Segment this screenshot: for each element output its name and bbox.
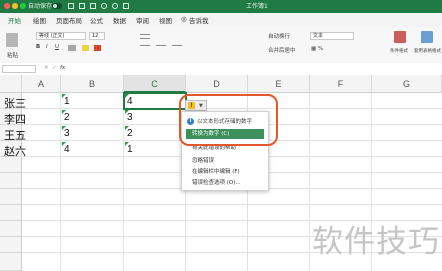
borders-icon[interactable] bbox=[68, 45, 76, 51]
currency-icon[interactable]: ▦ % bbox=[311, 46, 323, 52]
row-header[interactable] bbox=[0, 237, 22, 253]
cell-a4[interactable]: 赵六 bbox=[4, 143, 26, 159]
cell-a3[interactable]: 王五 bbox=[4, 127, 26, 143]
align-right-icon[interactable] bbox=[172, 45, 182, 46]
column-header-a[interactable]: A bbox=[22, 75, 61, 93]
cell-c2[interactable]: 3 bbox=[127, 112, 133, 123]
format-as-table-icon[interactable] bbox=[421, 31, 433, 43]
cell-c4[interactable]: 1 bbox=[127, 144, 133, 155]
select-all-corner[interactable] bbox=[0, 75, 22, 93]
tab-formulas[interactable]: 公式 bbox=[90, 15, 103, 25]
fill-color-icon[interactable] bbox=[82, 45, 89, 51]
column-header-g[interactable]: G bbox=[372, 75, 442, 93]
align-center-icon[interactable] bbox=[156, 45, 166, 46]
tab-review[interactable]: 审阅 bbox=[136, 15, 149, 25]
tab-view[interactable]: 视图 bbox=[159, 15, 172, 25]
font-name-select[interactable]: 等线 (正文) bbox=[36, 32, 86, 40]
cell-b4[interactable]: 4 bbox=[64, 144, 70, 155]
column-header-c[interactable]: C bbox=[124, 75, 186, 93]
cell-a1[interactable]: 张三 bbox=[4, 95, 26, 111]
name-box[interactable] bbox=[2, 65, 36, 73]
fx-label[interactable]: fx bbox=[60, 65, 65, 71]
toggle-knob-icon bbox=[53, 4, 57, 8]
undo-icon[interactable] bbox=[101, 3, 107, 9]
row-header[interactable] bbox=[0, 205, 22, 221]
tab-home[interactable]: 开始 bbox=[8, 15, 21, 28]
underline-button[interactable]: U bbox=[55, 44, 59, 50]
font-size-select[interactable]: 12 bbox=[89, 32, 105, 40]
error-checking-options-item[interactable]: 错误检查选项 (O)... bbox=[192, 178, 241, 186]
cell-b1[interactable]: 1 bbox=[64, 96, 70, 107]
row-header[interactable] bbox=[0, 173, 22, 189]
format-as-table-label: 套用表格格式 bbox=[414, 49, 441, 54]
tell-me-search[interactable]: 告诉我 bbox=[189, 15, 209, 25]
autosave-label: 自动保存 bbox=[28, 3, 53, 10]
number-format-select[interactable]: 文本 bbox=[310, 32, 354, 40]
align-left-icon[interactable] bbox=[140, 45, 150, 46]
home-icon[interactable] bbox=[68, 3, 74, 9]
row-header[interactable] bbox=[0, 221, 22, 237]
row-header[interactable] bbox=[0, 189, 22, 205]
cell-a2[interactable]: 李四 bbox=[4, 111, 26, 127]
align-middle-icon[interactable] bbox=[140, 38, 150, 39]
formula-input[interactable] bbox=[70, 65, 438, 73]
conditional-format-icon[interactable] bbox=[394, 31, 406, 43]
more-icon[interactable] bbox=[123, 3, 129, 9]
zoom-window-button[interactable] bbox=[20, 3, 26, 9]
ribbon: 粘贴 等线 (正文) 12 B I U 自动换行 合并后居中 文本 ▦ % 条件… bbox=[0, 27, 442, 64]
paste-icon[interactable] bbox=[6, 33, 18, 47]
lightbulb-icon: ◎ bbox=[181, 15, 187, 23]
redo-icon[interactable] bbox=[112, 3, 118, 9]
cell-c3[interactable]: 2 bbox=[127, 128, 133, 139]
paste-label: 粘贴 bbox=[7, 53, 19, 59]
ignore-error-item[interactable]: 忽略错误 bbox=[192, 156, 214, 164]
edit-in-formula-bar-item[interactable]: 在编辑栏中编辑 (F) bbox=[192, 167, 240, 175]
merge-center-button[interactable]: 合并后居中 bbox=[268, 46, 296, 54]
cell-b3[interactable]: 3 bbox=[64, 128, 70, 139]
font-color-icon[interactable] bbox=[94, 45, 101, 51]
column-header-e[interactable]: E bbox=[248, 75, 310, 93]
cancel-icon[interactable]: ✕ bbox=[44, 65, 49, 71]
cell-b2[interactable]: 2 bbox=[64, 112, 70, 123]
column-header-f[interactable]: F bbox=[310, 75, 372, 93]
column-header-b[interactable]: B bbox=[61, 75, 124, 93]
confirm-icon[interactable]: ✓ bbox=[52, 65, 57, 71]
highlight-annotation-ring bbox=[179, 94, 278, 146]
row-header[interactable] bbox=[0, 253, 22, 271]
column-header-d[interactable]: D bbox=[186, 75, 248, 93]
window-title: 工作簿1 bbox=[246, 3, 268, 10]
tab-page-layout[interactable]: 页面布局 bbox=[56, 15, 82, 25]
row-header[interactable] bbox=[0, 157, 22, 173]
align-top-icon[interactable] bbox=[140, 34, 150, 35]
ribbon-tabs: 开始 绘图 页面布局 公式 数据 审阅 视图 ◎ 告诉我 bbox=[0, 13, 442, 28]
title-bar: 自动保存 工作簿1 bbox=[0, 0, 442, 13]
minimize-window-button[interactable] bbox=[12, 3, 18, 9]
watermark: 软件技巧 bbox=[312, 224, 440, 260]
wrap-text-button[interactable]: 自动换行 bbox=[268, 32, 290, 40]
tab-data[interactable]: 数据 bbox=[113, 15, 126, 25]
active-cell-selection bbox=[123, 92, 187, 110]
bold-button[interactable]: B bbox=[36, 44, 40, 50]
italic-button[interactable]: I bbox=[46, 44, 48, 50]
save-icon[interactable] bbox=[79, 3, 85, 9]
close-window-button[interactable] bbox=[4, 3, 10, 9]
conditional-format-label: 条件格式 bbox=[390, 49, 408, 54]
print-icon[interactable] bbox=[90, 3, 96, 9]
autosave-toggle[interactable] bbox=[52, 3, 62, 9]
tab-draw[interactable]: 绘图 bbox=[33, 15, 46, 25]
